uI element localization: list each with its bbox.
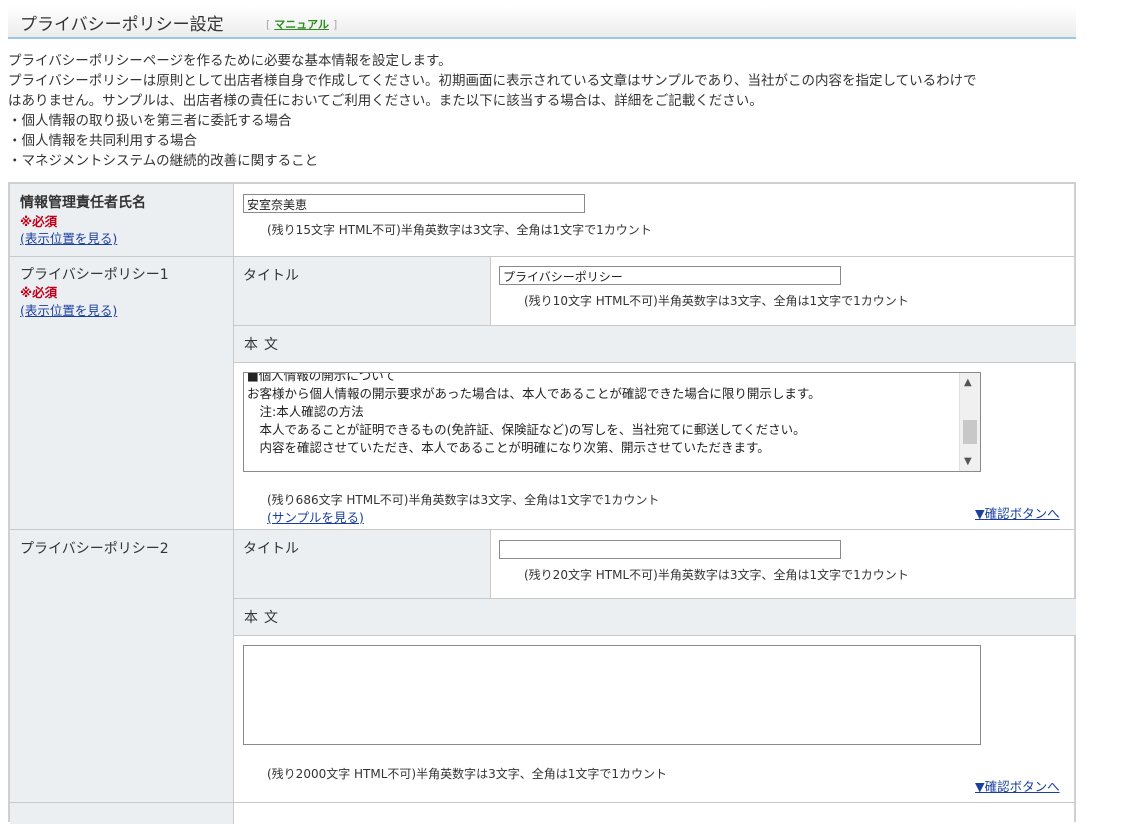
policy1-required: ※必須 — [20, 285, 58, 300]
intro-line: はありません。サンプルは、出店者様の責任においてご利用ください。また以下に該当す… — [8, 93, 763, 109]
policy2-body-label: 本文 — [244, 610, 284, 626]
page-title: プライバシーポリシー設定 — [20, 15, 224, 35]
policy1-view-position-link[interactable]: (表示位置を見る) — [20, 300, 117, 319]
policy2-body-note: (残り2000文字 HTML不可)半角英数字は3文字、全角は1文字で1カウント — [267, 767, 668, 781]
policy2-label: プライバシーポリシー2 — [20, 541, 169, 557]
scrollbar-thumb[interactable] — [963, 420, 977, 444]
policy1-body-textarea[interactable]: ■個人情報の開示について お客様から個人情報の開示要求があった場合は、本人であるこ… — [243, 372, 981, 472]
policy2-confirm-link[interactable]: ▼確認ボタンへ — [975, 776, 1060, 795]
manager-label: 情報管理責任者氏名 — [20, 195, 146, 211]
manual-link[interactable]: マニュアル — [274, 18, 329, 31]
policy1-title-note: (残り10文字 HTML不可)半角英数字は3文字、全角は1文字で1カウント — [524, 294, 909, 308]
policy1-body-scrollbar[interactable]: ▲ ▼ — [959, 373, 980, 471]
manual-link-wrap: [マニュアル] — [266, 16, 337, 32]
settings-table: 情報管理責任者氏名 ※必須 (表示位置を見る) 安室奈美恵 (残り15文字 HT… — [8, 182, 1076, 824]
bracket-close: ] — [332, 18, 338, 31]
policy1-title-input[interactable]: プライバシーポリシー — [499, 266, 841, 285]
policy1-confirm-link[interactable]: ▼確認ボタンへ — [975, 503, 1060, 522]
policy1-body-header: 本文 — [234, 325, 1076, 363]
intro-line: プライバシーポリシーページを作るために必要な基本情報を設定します。 — [8, 53, 452, 69]
policy2-body-textarea[interactable] — [243, 645, 981, 745]
intro-line: ・個人情報を共同利用する場合 — [8, 133, 197, 149]
policy1-body-note: (残り686文字 HTML不可)半角英数字は3文字、全角は1文字で1カウント — [267, 493, 660, 507]
policy2-title-input[interactable] — [499, 540, 841, 559]
intro-line: ・マネジメントシステムの継続的改善に関すること — [8, 153, 319, 169]
intro-text: プライバシーポリシーページを作るために必要な基本情報を設定します。 プライバシー… — [8, 51, 1078, 171]
manager-view-position-link[interactable]: (表示位置を見る) — [20, 228, 117, 247]
policy1-label: プライバシーポリシー1 — [20, 267, 169, 283]
policy1-title-label: タイトル — [243, 268, 299, 284]
policy2-title-label: タイトル — [243, 541, 299, 557]
policy2-title-note: (残り20文字 HTML不可)半角英数字は3文字、全角は1文字で1カウント — [524, 568, 909, 582]
scroll-up-icon[interactable]: ▲ — [964, 377, 972, 388]
policy1-sample-link[interactable]: (サンプルを見る) — [267, 507, 364, 526]
page-header: プライバシーポリシー設定 [マニュアル] — [8, 6, 1076, 39]
policy1-body-text: ■個人情報の開示について お客様から個人情報の開示要求があった場合は、本人であるこ… — [247, 372, 821, 455]
bracket-open: [ — [266, 18, 271, 31]
policy1-body-label: 本文 — [244, 337, 284, 353]
manager-name-input[interactable]: 安室奈美恵 — [243, 194, 585, 213]
intro-line: ・個人情報の取り扱いを第三者に委託する場合 — [8, 113, 292, 129]
policy2-body-header: 本文 — [234, 598, 1076, 636]
scroll-down-icon[interactable]: ▼ — [964, 456, 972, 467]
intro-line: プライバシーポリシーは原則として出店者様自身で作成してください。初期画面に表示さ… — [8, 73, 977, 89]
manager-note: (残り15文字 HTML不可)半角英数字は3文字、全角は1文字で1カウント — [267, 223, 652, 237]
